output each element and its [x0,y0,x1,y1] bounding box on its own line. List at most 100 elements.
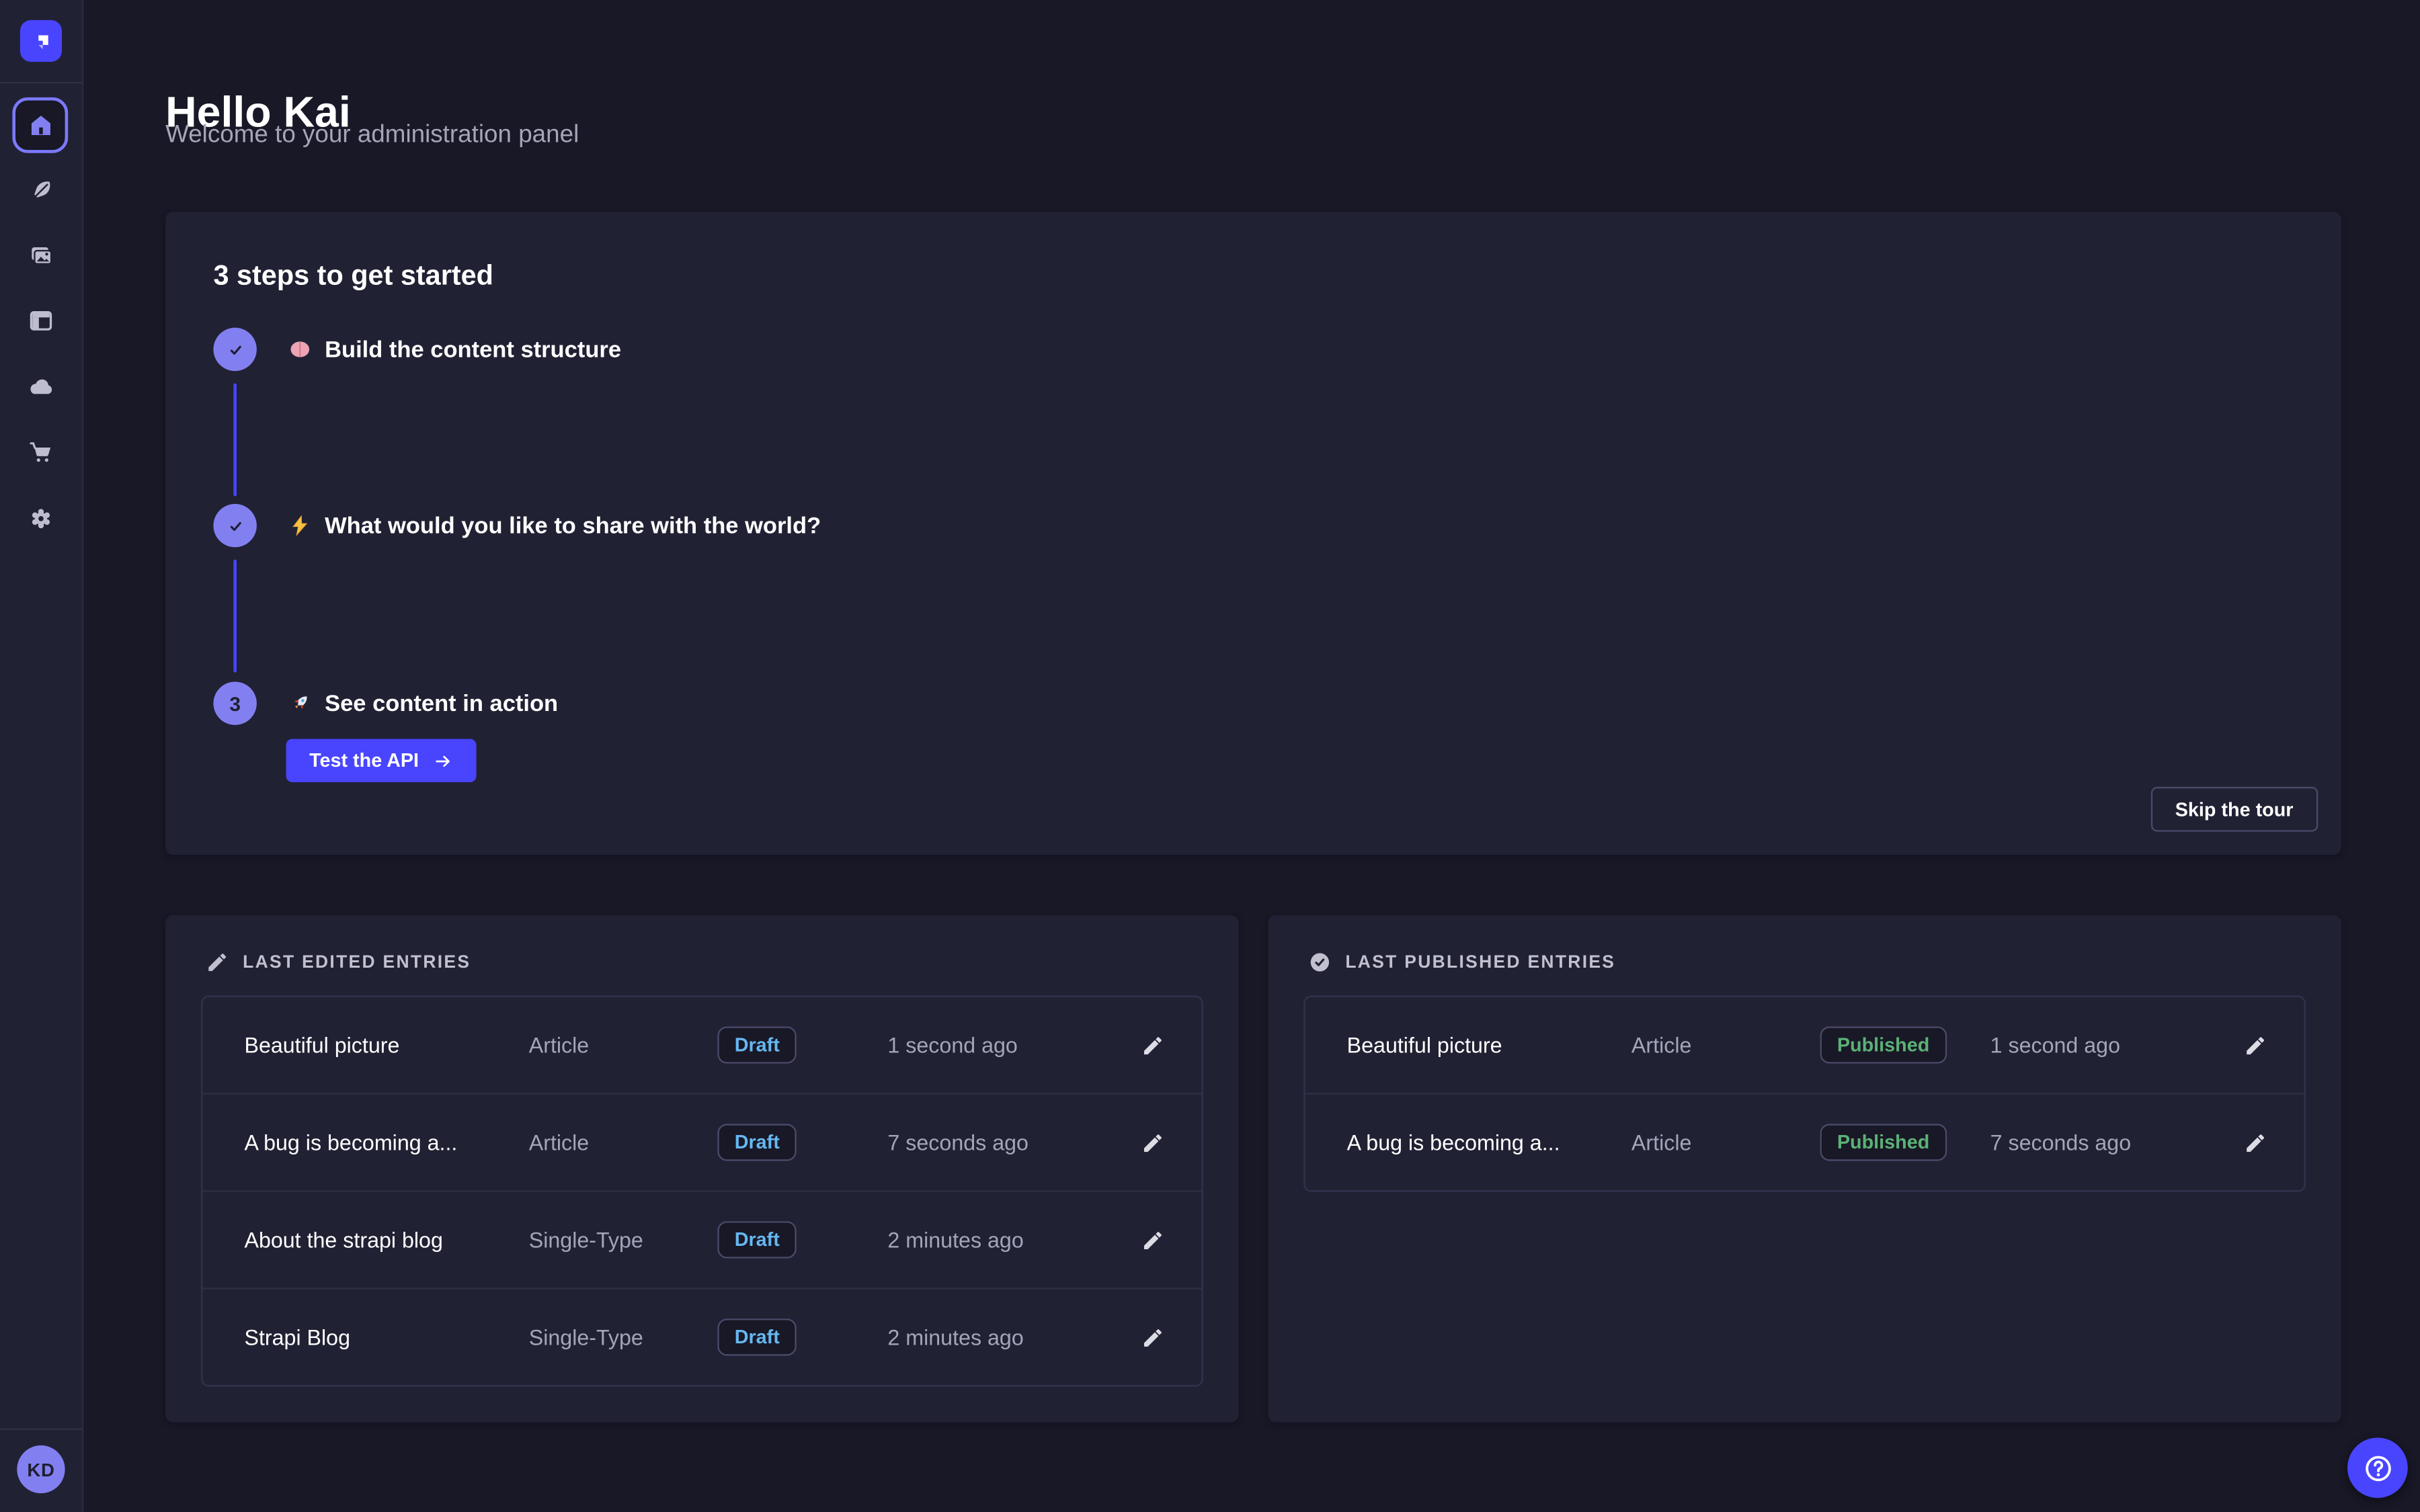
edit-entry-button[interactable] [1141,1034,1165,1057]
sidebar-divider [0,1429,82,1430]
question-mark-icon [2361,1451,2395,1485]
entry-time: 2 minutes ago [887,1228,1123,1253]
step-3-number-circle: 3 [213,681,256,724]
user-avatar[interactable]: KD [17,1445,65,1493]
entry-type: Article [529,1033,718,1058]
check-icon [223,338,247,362]
pencil-icon [1141,1228,1165,1252]
sidebar-item-marketplace[interactable] [12,423,68,479]
panel-title: LAST PUBLISHED ENTRIES [1345,953,1615,972]
entries-table: Beautiful picture Article Draft 1 second… [201,995,1203,1386]
gear-icon [26,503,55,533]
step-1[interactable]: Build the content structure [288,328,621,371]
entries-table: Beautiful picture Article Published 1 se… [1303,995,2306,1191]
entry-name: A bug is becoming a... [244,1130,528,1155]
entry-name: Beautiful picture [244,1033,528,1058]
sidebar-item-content-manager[interactable] [12,163,68,218]
entry-name: About the strapi blog [244,1228,528,1253]
step-1-check-circle [213,328,256,371]
sidebar-item-home[interactable] [12,97,68,153]
last-edited-entries-panel: LAST EDITED ENTRIES Beautiful picture Ar… [165,915,1238,1423]
entry-name: A bug is becoming a... [1347,1130,1631,1155]
layout-icon [26,305,55,335]
step-connector [233,383,237,496]
test-the-api-button[interactable]: Test the API [286,739,477,782]
onboarding-title: 3 steps to get started [213,259,493,292]
zap-emoji [288,513,313,538]
entry-type: Article [1631,1130,1820,1155]
table-row[interactable]: A bug is becoming a... Article Draft 7 s… [202,1093,1201,1190]
table-row[interactable]: Beautiful picture Article Published 1 se… [1305,997,2304,1093]
cart-icon [26,437,55,466]
rocket-emoji [288,691,313,716]
help-button[interactable] [2347,1437,2408,1498]
sidebar-item-cloud[interactable] [12,359,68,415]
panel-header: LAST PUBLISHED ENTRIES [1268,915,2341,974]
entry-name: Strapi Blog [244,1325,528,1349]
entry-type: Article [529,1130,718,1155]
edit-entry-button[interactable] [2244,1034,2267,1057]
onboarding-card: 3 steps to get started 3 Build the conte… [165,212,2341,855]
step-2-check-circle [213,504,256,547]
entry-time: 1 second ago [1990,1033,2226,1058]
sidebar-divider [0,82,82,83]
skip-the-tour-button[interactable]: Skip the tour [2150,787,2318,832]
entry-time: 1 second ago [887,1033,1123,1058]
status-badge: Draft [717,1318,797,1355]
status-badge: Published [1820,1124,1947,1161]
edit-entry-button[interactable] [2244,1131,2267,1154]
last-published-entries-panel: LAST PUBLISHED ENTRIES Beautiful picture… [1268,915,2341,1423]
table-row[interactable]: About the strapi blog Single-Type Draft … [202,1190,1201,1288]
edit-entry-button[interactable] [1141,1228,1165,1252]
table-row[interactable]: Strapi Blog Single-Type Draft 2 minutes … [202,1288,1201,1385]
strapi-logo[interactable] [20,20,62,62]
step-label: What would you like to share with the wo… [325,513,821,539]
strapi-logo-icon [26,26,56,56]
edit-entry-button[interactable] [1141,1131,1165,1154]
entry-time: 2 minutes ago [887,1325,1123,1349]
pencil-icon [2244,1034,2267,1057]
check-icon [223,514,247,538]
status-badge: Draft [717,1221,797,1258]
sidebar-item-content-type-builder[interactable] [12,292,68,348]
pencil-icon [1141,1131,1165,1154]
cloud-icon [26,372,55,401]
pencil-icon [2244,1131,2267,1154]
panel-title: LAST EDITED ENTRIES [243,953,471,972]
pencil-icon [1141,1034,1165,1057]
arrow-right-icon [433,751,453,771]
entry-time: 7 seconds ago [887,1130,1123,1155]
entry-name: Beautiful picture [1347,1033,1631,1058]
sidebar-item-settings[interactable] [12,490,68,546]
entry-type: Single-Type [529,1325,718,1349]
check-circle-icon [1308,951,1332,974]
edit-entry-button[interactable] [1141,1326,1165,1349]
step-label: See content in action [325,690,558,716]
pencil-icon [206,951,229,974]
table-row[interactable]: A bug is becoming a... Article Published… [1305,1093,2304,1190]
cta-label: Test the API [309,750,419,771]
step-connector [233,560,237,673]
table-row[interactable]: Beautiful picture Article Draft 1 second… [202,997,1201,1093]
status-badge: Draft [717,1026,797,1063]
skip-label: Skip the tour [2175,798,2294,820]
step-number: 3 [229,691,241,715]
entry-type: Single-Type [529,1228,718,1253]
page-subtitle: Welcome to your administration panel [165,122,579,150]
status-badge: Draft [717,1124,797,1161]
brain-emoji [288,337,313,362]
media-library-icon [26,241,55,270]
entry-time: 7 seconds ago [1990,1130,2226,1155]
sidebar: KD [0,0,83,1512]
step-label: Build the content structure [325,336,621,362]
step-3[interactable]: See content in action [288,681,558,724]
entry-type: Article [1631,1033,1820,1058]
strapi-admin-homepage: KD Hello Kai Welcome to your administrat… [0,0,2420,1512]
step-2[interactable]: What would you like to share with the wo… [288,504,821,547]
sidebar-item-media-library[interactable] [12,227,68,283]
panel-header: LAST EDITED ENTRIES [165,915,1238,974]
pencil-icon [1141,1326,1165,1349]
feather-pen-icon [26,175,55,205]
home-icon [26,110,55,140]
status-badge: Published [1820,1026,1947,1063]
